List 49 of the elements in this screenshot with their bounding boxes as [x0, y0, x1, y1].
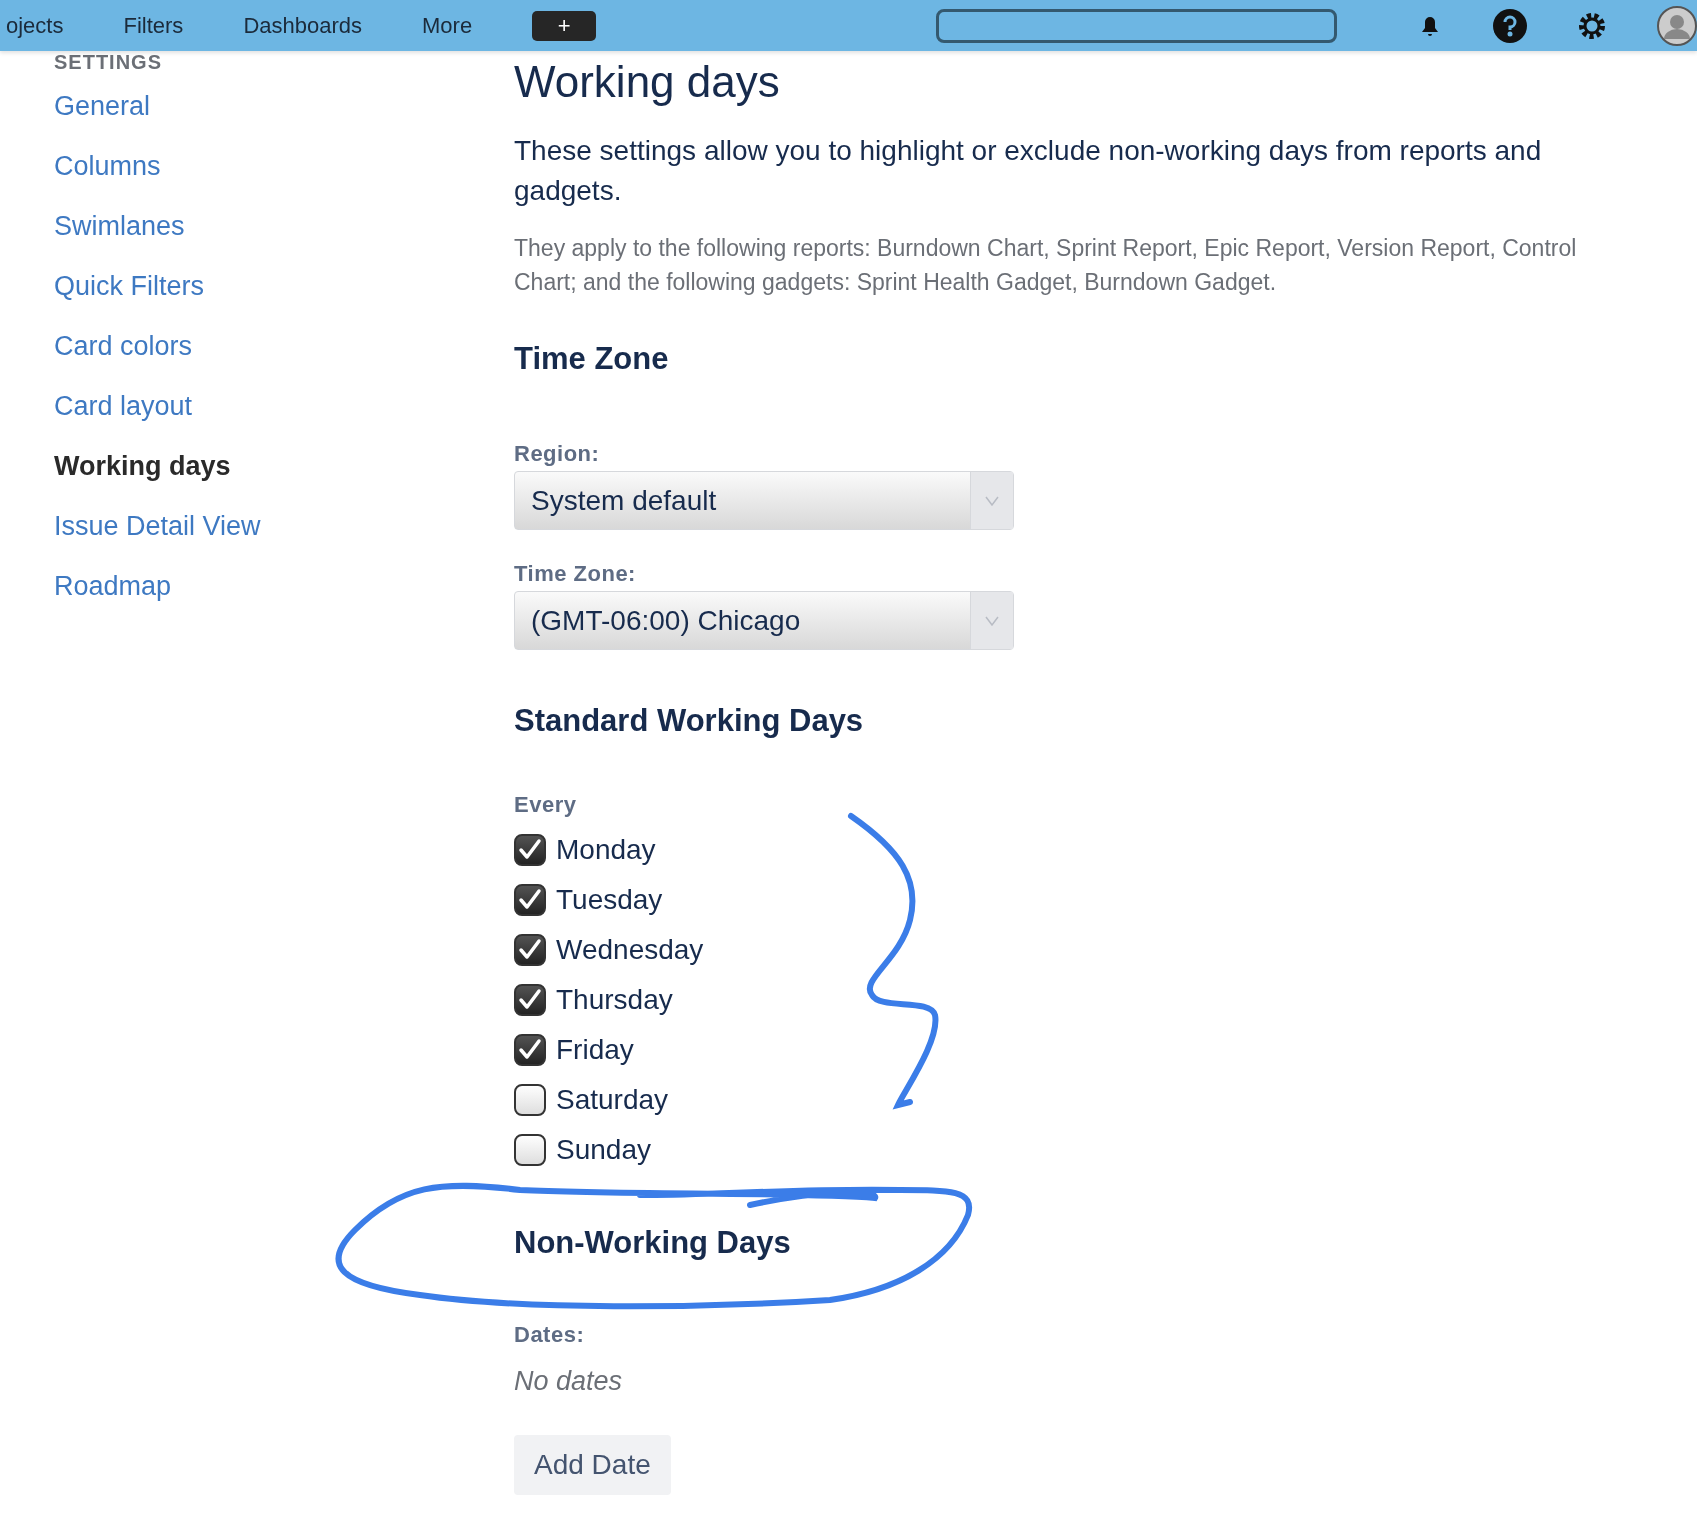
checkbox[interactable]	[514, 1084, 546, 1116]
checkbox[interactable]	[514, 984, 546, 1016]
field-label: Time Zone:	[514, 561, 636, 587]
settings-icon[interactable]	[1577, 10, 1607, 41]
section-heading: Standard Working Days	[514, 703, 864, 739]
field-label: Dates:	[514, 1322, 585, 1348]
nav-link[interactable]: More	[422, 12, 473, 39]
checkbox-label[interactable]: Monday	[556, 834, 656, 866]
sidebar-heading: SETTINGS	[54, 51, 163, 74]
field-label: Region:	[514, 441, 600, 467]
checkbox[interactable]	[514, 884, 546, 916]
section-heading: Time Zone	[514, 341, 669, 377]
nav-link[interactable]: ojects	[6, 12, 64, 39]
sidebar-item[interactable]: Swimlanes	[54, 196, 460, 256]
section-heading: Non-Working Days	[514, 1225, 791, 1261]
sidebar-item[interactable]: General	[54, 76, 460, 136]
checkbox-label[interactable]: Thursday	[556, 984, 673, 1016]
checkbox-label[interactable]: Tuesday	[556, 884, 663, 916]
intro-text: These settings allow you to highlight or exclude non-working days from reports and gadgets.	[514, 134, 1543, 208]
sidebar-item[interactable]: Columns	[54, 136, 460, 196]
sidebar-item[interactable]: Quick Filters	[54, 256, 460, 316]
note-text: They apply to the following reports: Burndown Chart, Sprint Report, Epic Report, Version Report, Control Chart; and the following gadgets: Sprint Health Gadget, Burndown Gadget.	[514, 234, 1578, 297]
caret-icon	[985, 495, 999, 506]
field-label: Every	[514, 792, 577, 818]
checkbox-label[interactable]: Friday	[556, 1034, 634, 1066]
nav-link[interactable]: Filters	[123, 12, 184, 39]
caret-icon	[985, 615, 999, 626]
checkbox-label[interactable]: Wednesday	[556, 934, 704, 966]
sidebar-item[interactable]: Issue Detail View	[54, 496, 460, 556]
sidebar-item[interactable]: Working days	[54, 436, 460, 496]
checkbox-label[interactable]: Sunday	[556, 1134, 651, 1166]
sidebar-item[interactable]: Roadmap	[54, 556, 460, 616]
checkbox[interactable]	[514, 934, 546, 966]
empty-text: No dates	[514, 1366, 623, 1397]
checkbox[interactable]	[514, 834, 546, 866]
nav-link[interactable]: Dashboards	[243, 12, 362, 39]
checkbox[interactable]	[514, 1034, 546, 1066]
avatar-icon[interactable]	[1657, 5, 1697, 46]
sidebar-item[interactable]: Card layout	[54, 376, 460, 436]
checkbox[interactable]	[514, 1134, 546, 1166]
page-title: Working days	[514, 57, 780, 107]
dropdown[interactable]: (GMT-06:00) Chicago	[514, 591, 1014, 650]
checkbox-label[interactable]: Saturday	[556, 1084, 669, 1116]
help-icon[interactable]	[1493, 8, 1527, 43]
dropdown[interactable]: System default	[514, 471, 1014, 530]
add-date-button[interactable]: Add Date	[514, 1435, 671, 1495]
sidebar-item[interactable]: Card colors	[54, 316, 460, 376]
create-button[interactable]: +	[532, 10, 597, 41]
search-field[interactable]	[936, 8, 1337, 43]
